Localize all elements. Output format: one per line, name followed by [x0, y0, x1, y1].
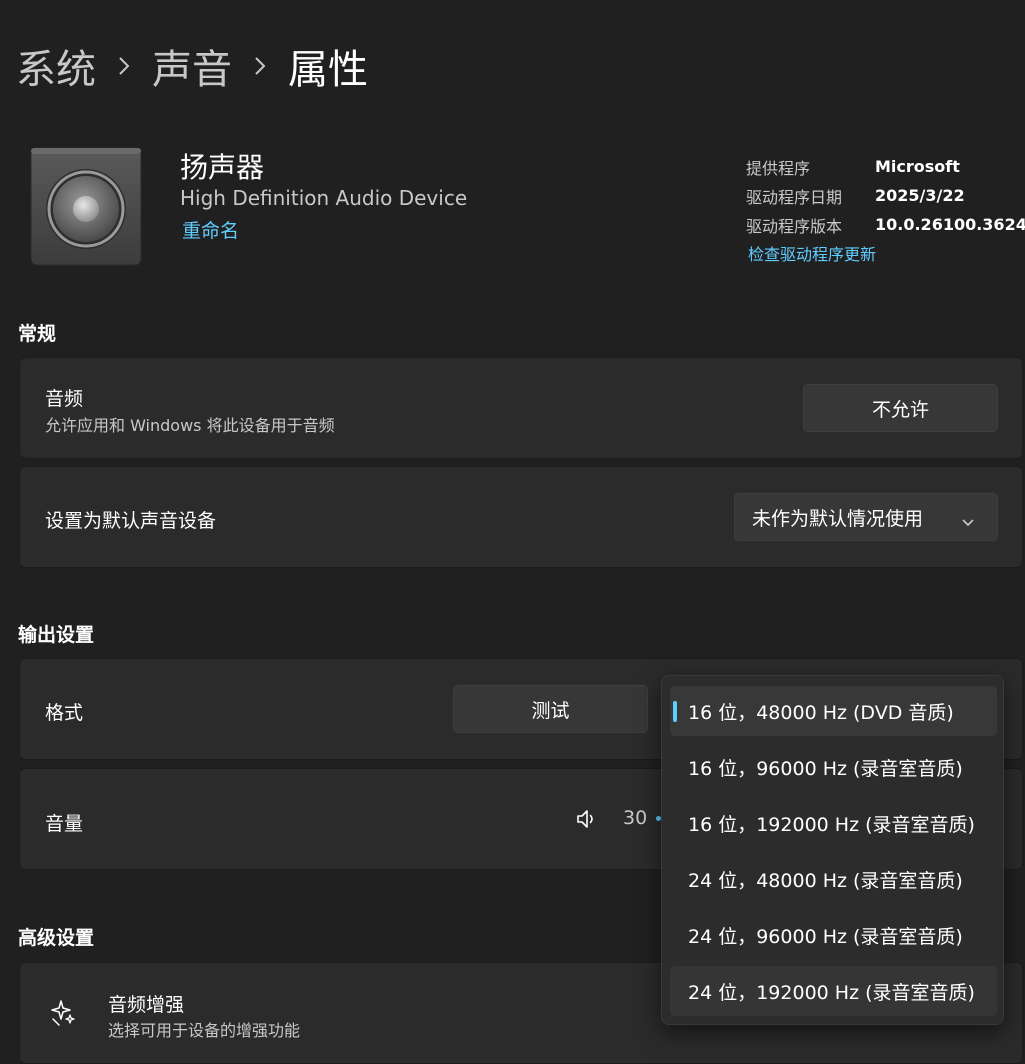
driver-provider-label: 提供程序 [746, 158, 811, 178]
section-title-advanced: 高级设置 [18, 927, 95, 949]
sparkle-icon [48, 997, 78, 1027]
driver-date-label: 驱动程序日期 [746, 187, 843, 207]
driver-date-row: 驱动程序日期 2025/3/22 [746, 181, 1025, 210]
driver-info: 提供程序 Microsoft 驱动程序日期 2025/3/22 驱动程序版本 1… [746, 152, 1025, 265]
format-option-label: 24 位，96000 Hz (录音室音质) [688, 925, 963, 948]
speaker-device-icon [29, 146, 143, 267]
section-title-general: 常规 [18, 323, 57, 345]
test-button[interactable]: 测试 [453, 685, 648, 733]
device-name: 扬声器 [180, 151, 265, 184]
driver-provider-row: 提供程序 Microsoft [746, 152, 1025, 181]
volume-value: 30 [623, 807, 648, 829]
disallow-button[interactable]: 不允许 [803, 384, 998, 432]
selection-indicator [673, 701, 677, 722]
check-driver-update-link[interactable]: 检查驱动程序更新 [748, 241, 1025, 265]
audio-card: 音频 允许应用和 Windows 将此设备用于音频 不允许 [19, 357, 1023, 459]
format-option[interactable]: 24 位，96000 Hz (录音室音质) [670, 910, 997, 960]
section-title-output: 输出设置 [18, 624, 95, 646]
format-option[interactable]: 24 位，192000 Hz (录音室音质) [670, 966, 997, 1016]
format-option-label: 16 位，96000 Hz (录音室音质) [688, 757, 963, 780]
breadcrumb-item-sound[interactable]: 声音 [152, 37, 232, 95]
format-option-label: 16 位，48000 Hz (DVD 音质) [688, 701, 954, 724]
volume-icon[interactable] [575, 807, 599, 831]
driver-version-label: 驱动程序版本 [746, 216, 843, 236]
format-dropdown: 16 位，48000 Hz (DVD 音质) 16 位，96000 Hz (录音… [661, 675, 1004, 1025]
enhancement-description: 选择可用于设备的增强功能 [108, 1021, 301, 1040]
chevron-right-icon [254, 56, 266, 76]
default-device-card: 设置为默认声音设备 未作为默认情况使用 [19, 466, 1023, 568]
page-title: 属性 [288, 47, 368, 93]
format-title: 格式 [45, 702, 84, 724]
format-option-label: 16 位，192000 Hz (录音室音质) [688, 813, 975, 836]
format-option[interactable]: 16 位，192000 Hz (录音室音质) [670, 798, 997, 848]
chevron-right-icon [118, 56, 130, 76]
breadcrumb: 系统 声音 属性 [16, 38, 368, 94]
driver-date-value: 2025/3/22 [875, 186, 965, 205]
audio-description: 允许应用和 Windows 将此设备用于音频 [45, 416, 335, 435]
default-device-select[interactable]: 未作为默认情况使用 [734, 493, 998, 541]
driver-provider-value: Microsoft [875, 157, 960, 176]
default-device-title: 设置为默认声音设备 [45, 510, 217, 532]
breadcrumb-item-system[interactable]: 系统 [16, 37, 96, 95]
format-option[interactable]: 16 位，96000 Hz (录音室音质) [670, 742, 997, 792]
format-option-label: 24 位，192000 Hz (录音室音质) [688, 981, 975, 1004]
enhancement-title: 音频增强 [108, 994, 185, 1016]
chevron-down-icon [961, 511, 975, 527]
format-option-label: 24 位，48000 Hz (录音室音质) [688, 869, 963, 892]
volume-title: 音量 [45, 813, 84, 835]
driver-version-value: 10.0.26100.3624 [875, 215, 1025, 234]
format-option[interactable]: 16 位，48000 Hz (DVD 音质) [670, 686, 997, 736]
rename-link[interactable]: 重命名 [182, 216, 239, 243]
format-option[interactable]: 24 位，48000 Hz (录音室音质) [670, 854, 997, 904]
default-device-select-value: 未作为默认情况使用 [752, 507, 924, 530]
driver-version-row: 驱动程序版本 10.0.26100.3624 [746, 210, 1025, 239]
audio-title: 音频 [45, 388, 84, 410]
device-subtitle: High Definition Audio Device [180, 186, 468, 210]
